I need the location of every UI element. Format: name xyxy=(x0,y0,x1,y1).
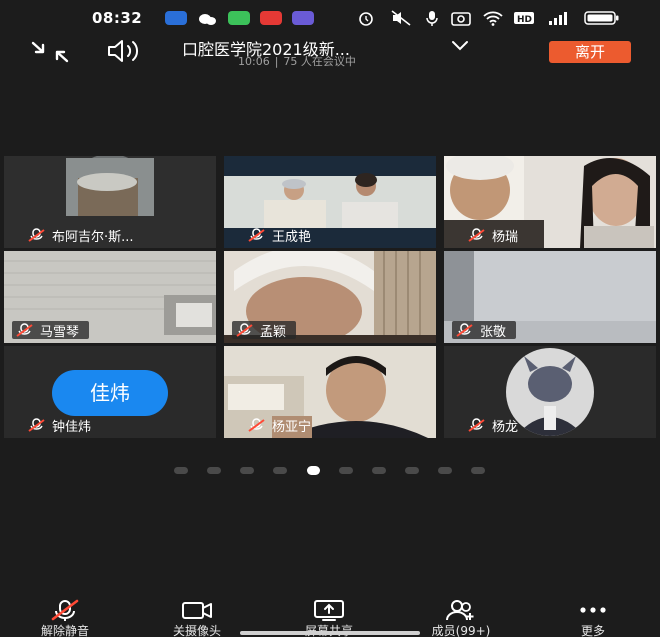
unmute-button[interactable]: 解除静音 xyxy=(10,592,120,637)
participant-name: 王成艳 xyxy=(272,229,312,245)
participant-label: 杨龙 xyxy=(464,416,528,435)
participant-tile[interactable]: 佳炜 钟佳炜 xyxy=(4,346,216,438)
page-dot[interactable] xyxy=(273,467,287,474)
svg-text:HD: HD xyxy=(517,15,532,25)
participant-name: 张敬 xyxy=(480,324,507,340)
mic-status-icon xyxy=(425,10,439,26)
separator: | xyxy=(274,55,279,68)
app-green-icon xyxy=(228,11,250,25)
page-dot[interactable] xyxy=(207,467,221,474)
mic-muted-icon xyxy=(456,323,473,337)
participant-label: 马雪琴 xyxy=(12,321,90,340)
camera-off-button[interactable]: 关摄像头 xyxy=(142,592,252,637)
speaker-icon[interactable] xyxy=(104,38,146,64)
camera-off-label: 关摄像头 xyxy=(172,624,221,637)
participant-label: 钟佳炜 xyxy=(24,416,101,435)
participant-name: 马雪琴 xyxy=(40,324,80,340)
participant-label: 张敬 xyxy=(452,321,517,340)
avatar-text: 佳炜 xyxy=(90,381,130,405)
camera-icon xyxy=(182,602,212,619)
chevron-down-icon[interactable] xyxy=(450,38,470,54)
participant-name: 孟颖 xyxy=(260,324,287,340)
participant-name: 杨亚宁 xyxy=(272,419,312,435)
participant-name: 杨龙 xyxy=(492,419,519,435)
members-label: 成员(99+) xyxy=(431,624,491,637)
avatar: 佳炜 xyxy=(52,370,168,416)
app-purple-icon xyxy=(292,11,314,25)
mic-muted-icon xyxy=(248,418,265,432)
participant-label: 布阿吉尔·斯... xyxy=(24,226,144,245)
more-icon xyxy=(580,607,606,613)
status-time: 08:32 xyxy=(92,9,143,27)
page-dot[interactable] xyxy=(372,467,386,474)
hd-icon: HD xyxy=(514,10,534,26)
shrink-icon[interactable] xyxy=(30,40,70,64)
camera-status-icon xyxy=(451,10,471,26)
page-dot[interactable] xyxy=(405,467,419,474)
participant-count: 75 人在会议中 xyxy=(283,55,356,68)
participant-tile[interactable]: 马雪琴 xyxy=(4,251,216,343)
page-dot[interactable] xyxy=(240,467,254,474)
participant-tile[interactable]: 孟颖 xyxy=(224,251,436,343)
mic-muted-icon xyxy=(16,323,33,337)
alarm-icon xyxy=(357,10,375,26)
more-button[interactable]: 更多 xyxy=(538,592,648,637)
mic-muted-icon xyxy=(248,228,265,242)
battery-icon xyxy=(584,10,620,26)
participant-tile[interactable]: 杨瑞 xyxy=(444,156,656,248)
mic-muted-icon xyxy=(468,418,485,432)
participant-tile[interactable]: 张敬 xyxy=(444,251,656,343)
home-indicator[interactable] xyxy=(240,631,420,635)
mic-muted-icon xyxy=(28,418,45,432)
page-dot[interactable] xyxy=(174,467,188,474)
signal-icon xyxy=(547,10,571,26)
silent-icon xyxy=(390,10,412,26)
elapsed-time: 10:06 xyxy=(238,55,270,68)
page-dot[interactable] xyxy=(471,467,485,474)
status-bar: 08:32 HD xyxy=(0,0,660,34)
unmute-label: 解除静音 xyxy=(40,624,89,637)
app-notification-icon xyxy=(165,11,187,25)
members-icon xyxy=(446,600,474,621)
members-button[interactable]: 成员(99+) xyxy=(406,592,516,637)
more-label: 更多 xyxy=(580,624,605,637)
participant-tile[interactable]: 布阿吉尔·斯... xyxy=(4,156,216,248)
page-dot[interactable] xyxy=(339,467,353,474)
participant-name: 布阿吉尔·斯... xyxy=(52,229,134,245)
meeting-header: 口腔医学院2021级新... 10:06 | 75 人在会议中 离开 xyxy=(0,34,660,80)
participant-tile[interactable]: 王成艳 xyxy=(224,156,436,248)
participant-tile[interactable]: 杨龙 xyxy=(444,346,656,438)
page-dot[interactable] xyxy=(438,467,452,474)
wechat-icon xyxy=(197,11,219,25)
mic-muted-icon xyxy=(28,228,45,242)
page-indicator[interactable] xyxy=(0,466,660,477)
app-red-icon xyxy=(260,11,282,25)
meeting-info: 10:06 | 75 人在会议中 xyxy=(238,53,356,69)
mic-muted-icon xyxy=(51,599,79,621)
participant-label: 杨瑞 xyxy=(464,226,528,245)
screen-share-icon xyxy=(314,600,344,621)
mic-muted-icon xyxy=(468,228,485,242)
leave-button[interactable]: 离开 xyxy=(549,41,631,63)
wifi-icon xyxy=(482,10,504,26)
participant-label: 王成艳 xyxy=(244,226,321,245)
participant-label: 杨亚宁 xyxy=(244,416,321,435)
participant-label: 孟颖 xyxy=(232,321,297,340)
participant-tile[interactable]: 杨亚宁 xyxy=(224,346,436,438)
page-dot-active[interactable] xyxy=(307,466,320,475)
mic-muted-icon xyxy=(236,323,253,337)
participant-name: 杨瑞 xyxy=(492,229,519,245)
participant-name: 钟佳炜 xyxy=(52,419,92,435)
